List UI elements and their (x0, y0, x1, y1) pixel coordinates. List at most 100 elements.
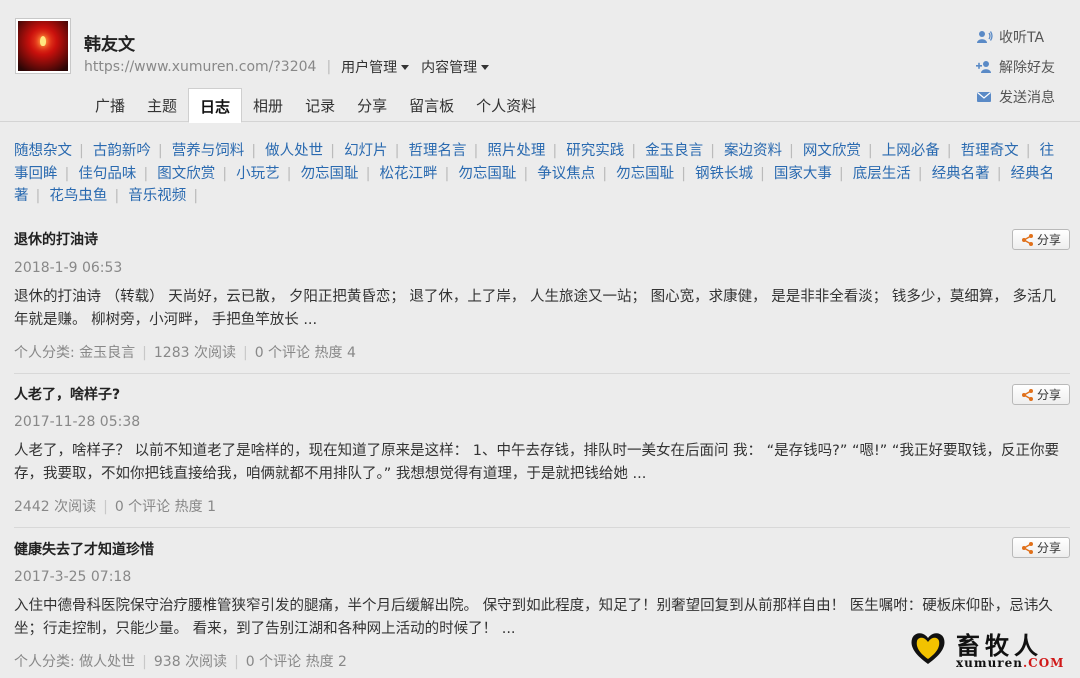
category-link[interactable]: 哲理奇文 (961, 143, 1019, 159)
category-separator: | (64, 165, 70, 182)
category-separator: | (996, 165, 1002, 182)
category-link[interactable]: 图文欣赏 (157, 166, 215, 182)
category-link[interactable]: 勿忘国耻 (301, 166, 359, 182)
category-link[interactable]: 幻灯片 (344, 143, 388, 159)
category-separator: | (222, 165, 228, 182)
category-separator: | (143, 165, 149, 182)
remove-friend-icon (976, 61, 991, 73)
category-link[interactable]: 小玩艺 (236, 166, 280, 182)
post-meta: 个人分类: 金玉良言 | 1283 次阅读 | 0 个评论 热度 4 (14, 342, 1066, 362)
post-title[interactable]: 退休的打油诗 (14, 229, 1066, 249)
content-manage-menu[interactable]: 内容管理 (421, 57, 490, 77)
category-link[interactable]: 钢铁长城 (695, 166, 753, 182)
category-link[interactable]: 研究实践 (566, 143, 624, 159)
post-reads: 1283 次阅读 (153, 345, 236, 361)
category-link[interactable]: 松花江畔 (379, 166, 437, 182)
tab-album[interactable]: 相册 (242, 88, 294, 122)
share-button[interactable]: 分享 (1012, 384, 1070, 405)
post-divider (14, 373, 1070, 374)
meta-separator: | (142, 654, 147, 670)
share-icon (1021, 233, 1033, 246)
category-separator: | (867, 143, 873, 159)
category-separator: | (552, 143, 558, 159)
tab-topics[interactable]: 主题 (136, 88, 188, 122)
category-link[interactable]: 照片处理 (487, 143, 545, 159)
post-heat: 热度 2 (305, 654, 347, 670)
username[interactable]: 韩友文 (84, 30, 135, 55)
category-separator: | (681, 165, 687, 182)
category-separator: | (789, 143, 794, 159)
category-link[interactable]: 佳句品味 (78, 166, 136, 182)
category-separator: | (365, 165, 371, 182)
category-separator: | (394, 143, 400, 159)
tab-profile[interactable]: 个人资料 (465, 88, 547, 122)
user-manage-menu[interactable]: 用户管理 (341, 57, 410, 77)
tab-broadcast[interactable]: 广播 (84, 88, 136, 122)
category-link[interactable]: 做人处世 (265, 143, 323, 159)
profile-header: 韩友文 https://www.xumuren.com/?3204 | 用户管理… (0, 0, 1080, 123)
post-date: 2017-3-25 07:18 (14, 569, 132, 585)
category-link[interactable]: 上网必备 (882, 143, 940, 159)
category-separator: | (157, 143, 163, 159)
heart-logo-icon (911, 633, 945, 664)
post-title[interactable]: 人老了，啥样子? (14, 384, 1066, 404)
remove-friend-button[interactable]: 解除好友 (976, 52, 1066, 82)
category-separator: | (523, 165, 529, 182)
category-link[interactable]: 底层生活 (853, 166, 911, 182)
category-list: 随想杂文 | 古韵新吟 | 营养与饲料 | 做人处世 | 幻灯片 | 哲理名言 | 照片处理 | 研究实践 |… (0, 140, 1080, 208)
message-icon (977, 92, 991, 102)
send-message-button[interactable]: 发送消息 (976, 82, 1066, 112)
post-comments[interactable]: 0 个评论 (246, 654, 301, 670)
profile-actions: 收听TA 解除好友 发送消息 (976, 22, 1066, 112)
watermark-domain-main: xumuren (956, 656, 1023, 670)
share-label: 分享 (1036, 233, 1061, 247)
post-category[interactable]: 个人分类: 做人处世 (14, 654, 135, 670)
category-link[interactable]: 经典名著 (932, 166, 990, 182)
share-button[interactable]: 分享 (1012, 229, 1070, 250)
post-comments[interactable]: 0 个评论 (255, 345, 310, 361)
meta-separator: | (103, 499, 108, 515)
category-link[interactable]: 勿忘国耻 (458, 166, 516, 182)
candle-flame (40, 36, 46, 46)
category-separator: | (473, 143, 479, 159)
category-link[interactable]: 哲理名言 (408, 143, 466, 159)
category-separator: | (286, 165, 292, 182)
tab-guestbook[interactable]: 留言板 (398, 88, 465, 122)
post-date: 2018-1-9 06:53 (14, 260, 123, 276)
category-link[interactable]: 营养与饲料 (172, 143, 245, 159)
post-excerpt: 人老了，啥样子？ 以前不知道老了是啥样的，现在知道了原来是这样： 1、中午去存钱… (14, 443, 1059, 482)
tab-blog[interactable]: 日志 (188, 88, 243, 123)
post-title[interactable]: 健康失去了才知道珍惜 (14, 539, 1066, 559)
chevron-down-icon (401, 64, 410, 70)
category-separator: | (251, 143, 257, 159)
post-divider (14, 527, 1070, 528)
share-button[interactable]: 分享 (1012, 537, 1070, 558)
post-comments[interactable]: 0 个评论 (115, 499, 170, 515)
post-category[interactable]: 个人分类: 金玉良言 (14, 345, 135, 361)
category-link[interactable]: 音乐视频 (128, 188, 186, 204)
category-separator: | (631, 143, 637, 159)
tab-share[interactable]: 分享 (346, 88, 398, 122)
category-separator: | (79, 143, 84, 159)
tab-records[interactable]: 记录 (294, 88, 346, 122)
category-separator: | (444, 165, 450, 182)
category-link[interactable]: 网文欣赏 (803, 143, 861, 159)
post-reads: 2442 次阅读 (14, 499, 97, 515)
category-link[interactable]: 案边资料 (724, 143, 782, 159)
profile-url[interactable]: https://www.xumuren.com/?3204 (84, 59, 316, 75)
category-link[interactable]: 争议焦点 (537, 166, 595, 182)
category-link[interactable]: 国家大事 (774, 166, 832, 182)
post-date: 2017-11-28 05:38 (14, 414, 141, 430)
category-link[interactable]: 花鸟虫鱼 (49, 188, 107, 204)
category-separator: | (838, 165, 844, 182)
avatar[interactable] (15, 18, 71, 74)
category-separator: | (35, 188, 41, 204)
user-manage-label: 用户管理 (341, 60, 398, 76)
post-1: 退休的打油诗 分享 2018-1-9 06:53 退休的打油诗 （转载） 天尚好… (0, 229, 1080, 362)
category-link[interactable]: 金玉良言 (645, 143, 703, 159)
category-link[interactable]: 古韵新吟 (93, 143, 151, 159)
category-link[interactable]: 勿忘国耻 (616, 166, 674, 182)
category-link[interactable]: 随想杂文 (14, 143, 72, 159)
follow-button[interactable]: 收听TA (976, 22, 1066, 52)
watermark-domain: xumuren.COM (956, 656, 1064, 670)
